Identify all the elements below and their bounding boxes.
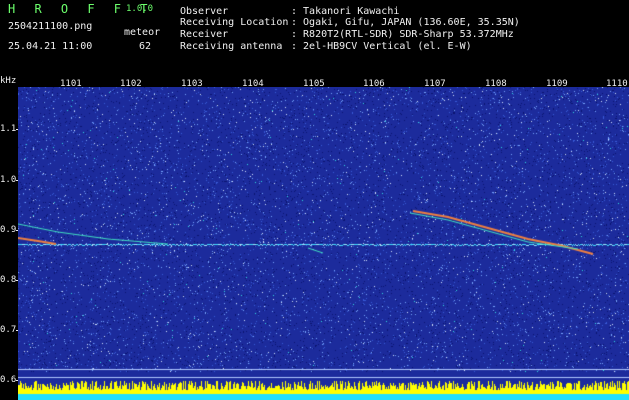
filename-label: 2504211100.png (8, 21, 93, 32)
spectrogram-canvas (18, 87, 629, 400)
info-location-value: : Ogaki, Gifu, JAPAN (136.60E, 35.35N) (291, 17, 520, 28)
info-receiver-value: : R820T2(RTL-SDR) SDR-Sharp 53.372MHz (291, 29, 514, 40)
info-observer-value: : Takanori Kawachi (291, 6, 400, 17)
spectrogram (18, 87, 629, 400)
info-antenna-key: Receiving antenna (180, 41, 283, 52)
info-receiver-key: Receiver (180, 29, 229, 40)
y-tick-0-8: 0.8 (0, 275, 17, 285)
y-axis-unit: kHz (0, 76, 17, 86)
info-observer-key: Observer (180, 6, 229, 17)
datetime-label: 25.04.21 11:00 (8, 41, 93, 52)
y-tick-1-1: 1.1 (0, 124, 17, 134)
y-tick-1-0: 1.0 (0, 175, 17, 185)
header-panel: H R O F F T 1.0.0 2504211100.png 25.04.2… (0, 0, 629, 74)
y-tick-0-9: 0.9 (0, 225, 17, 235)
y-tick-0-6: 0.6 (0, 375, 17, 385)
info-location-key: Receiving Location (180, 17, 289, 28)
app-version: 1.0.0 (126, 4, 154, 14)
info-antenna-value: : 2el-HB9CV Vertical (el. E-W) (291, 41, 472, 52)
meteor-count: 62 (139, 41, 152, 52)
y-tick-0-7: 0.7 (0, 325, 17, 335)
meteor-label: meteor (124, 27, 161, 38)
